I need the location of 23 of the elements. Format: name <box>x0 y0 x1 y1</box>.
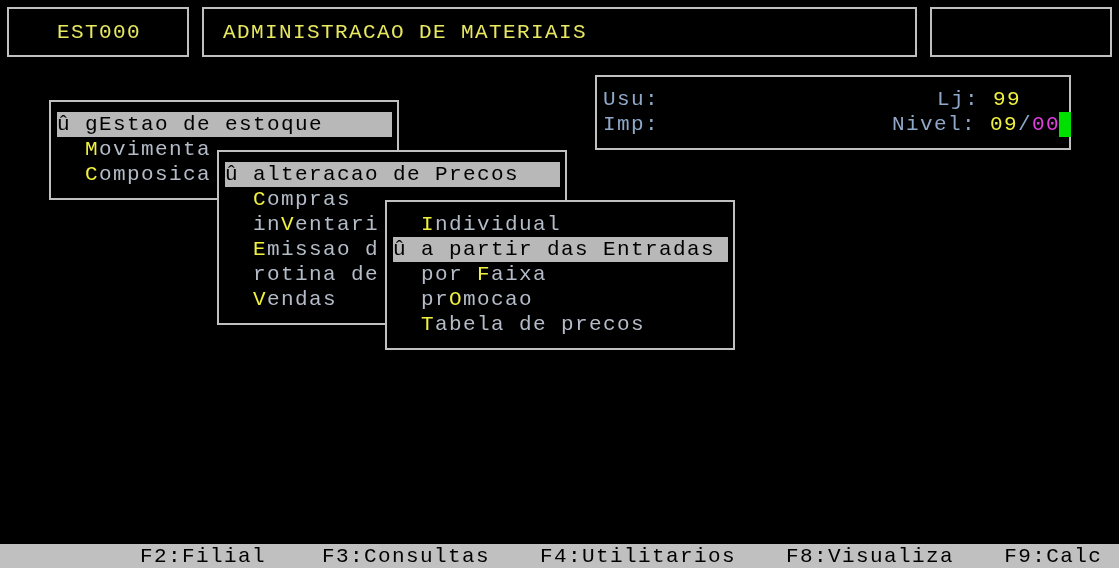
menu-item[interactable]: Tabela de precos <box>393 312 728 337</box>
level-separator: / <box>1017 112 1032 137</box>
function-key[interactable]: F2:Filial <box>140 543 267 568</box>
function-key[interactable]: F3:Consultas <box>322 543 491 568</box>
printer-label: Imp: <box>603 112 659 137</box>
store-label: Lj: <box>936 87 980 112</box>
menu-item[interactable]: I ndividual <box>393 212 728 237</box>
store-value: 99 <box>993 87 1021 112</box>
function-key[interactable]: F4:Utilitarios <box>540 543 737 568</box>
level-value: 09 <box>989 112 1018 137</box>
function-key[interactable]: F8:Visualiza <box>786 543 955 568</box>
menu-item[interactable]: û a partir das Entradas <box>393 237 728 262</box>
menu-item[interactable]: prOmocao <box>393 287 728 312</box>
program-code: EST000 <box>57 19 141 45</box>
menu-item[interactable]: û alteracao de Precos <box>225 162 560 187</box>
program-title: ADMINISTRACAO DE MATERIAIS <box>223 19 588 45</box>
function-key[interactable]: F9:Calc <box>1004 543 1103 568</box>
menu-item[interactable]: por Faixa <box>393 262 728 287</box>
text-cursor <box>1059 112 1071 137</box>
level-label: Nivel: <box>891 112 977 137</box>
menu-item[interactable]: û gEstao de estoque <box>57 112 392 137</box>
sublevel-value: 00 <box>1032 112 1060 137</box>
user-label: Usu: <box>603 87 659 112</box>
